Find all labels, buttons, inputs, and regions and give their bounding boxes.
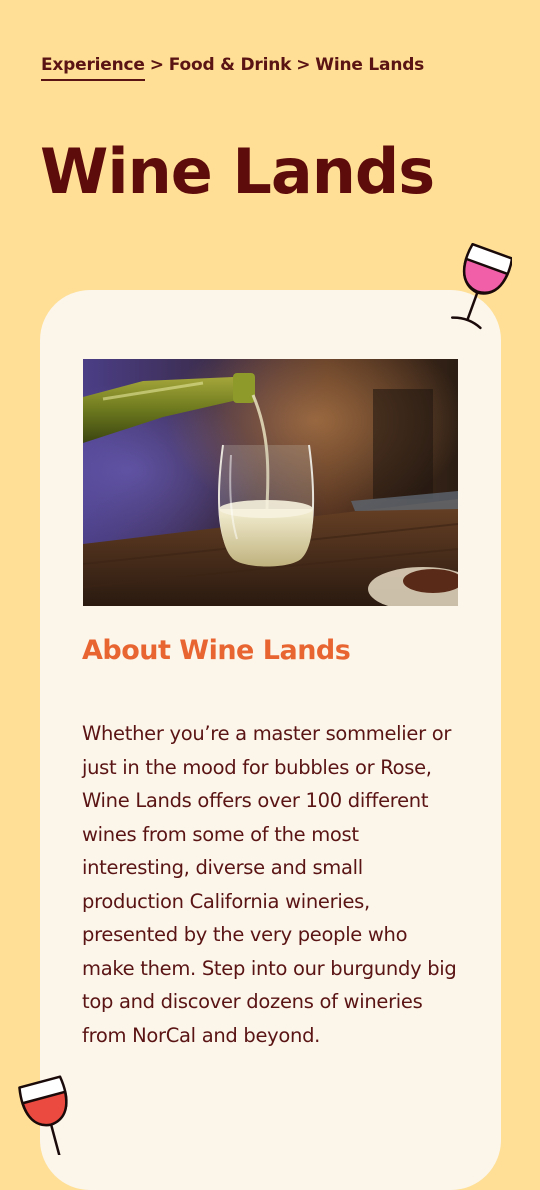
breadcrumb-item-current: Wine Lands — [315, 55, 425, 75]
wine-glass-pink-icon — [450, 243, 512, 330]
breadcrumb-separator: > — [149, 55, 164, 75]
breadcrumb-item-food-drink[interactable]: Food & Drink — [169, 55, 292, 75]
breadcrumb-link-experience[interactable]: Experience — [41, 55, 145, 81]
breadcrumb-separator: > — [296, 55, 311, 75]
wine-glass-red-icon — [18, 1075, 68, 1155]
about-card: About Wine Lands Whether you’re a master… — [40, 290, 501, 1190]
about-heading: About Wine Lands — [82, 635, 351, 666]
page-title: Wine Lands — [40, 135, 435, 208]
breadcrumb: Experience > Food & Drink > Wine Lands — [41, 55, 425, 81]
wine-pour-photo — [83, 359, 458, 606]
about-description: Whether you’re a master sommelier or jus… — [82, 722, 457, 1047]
